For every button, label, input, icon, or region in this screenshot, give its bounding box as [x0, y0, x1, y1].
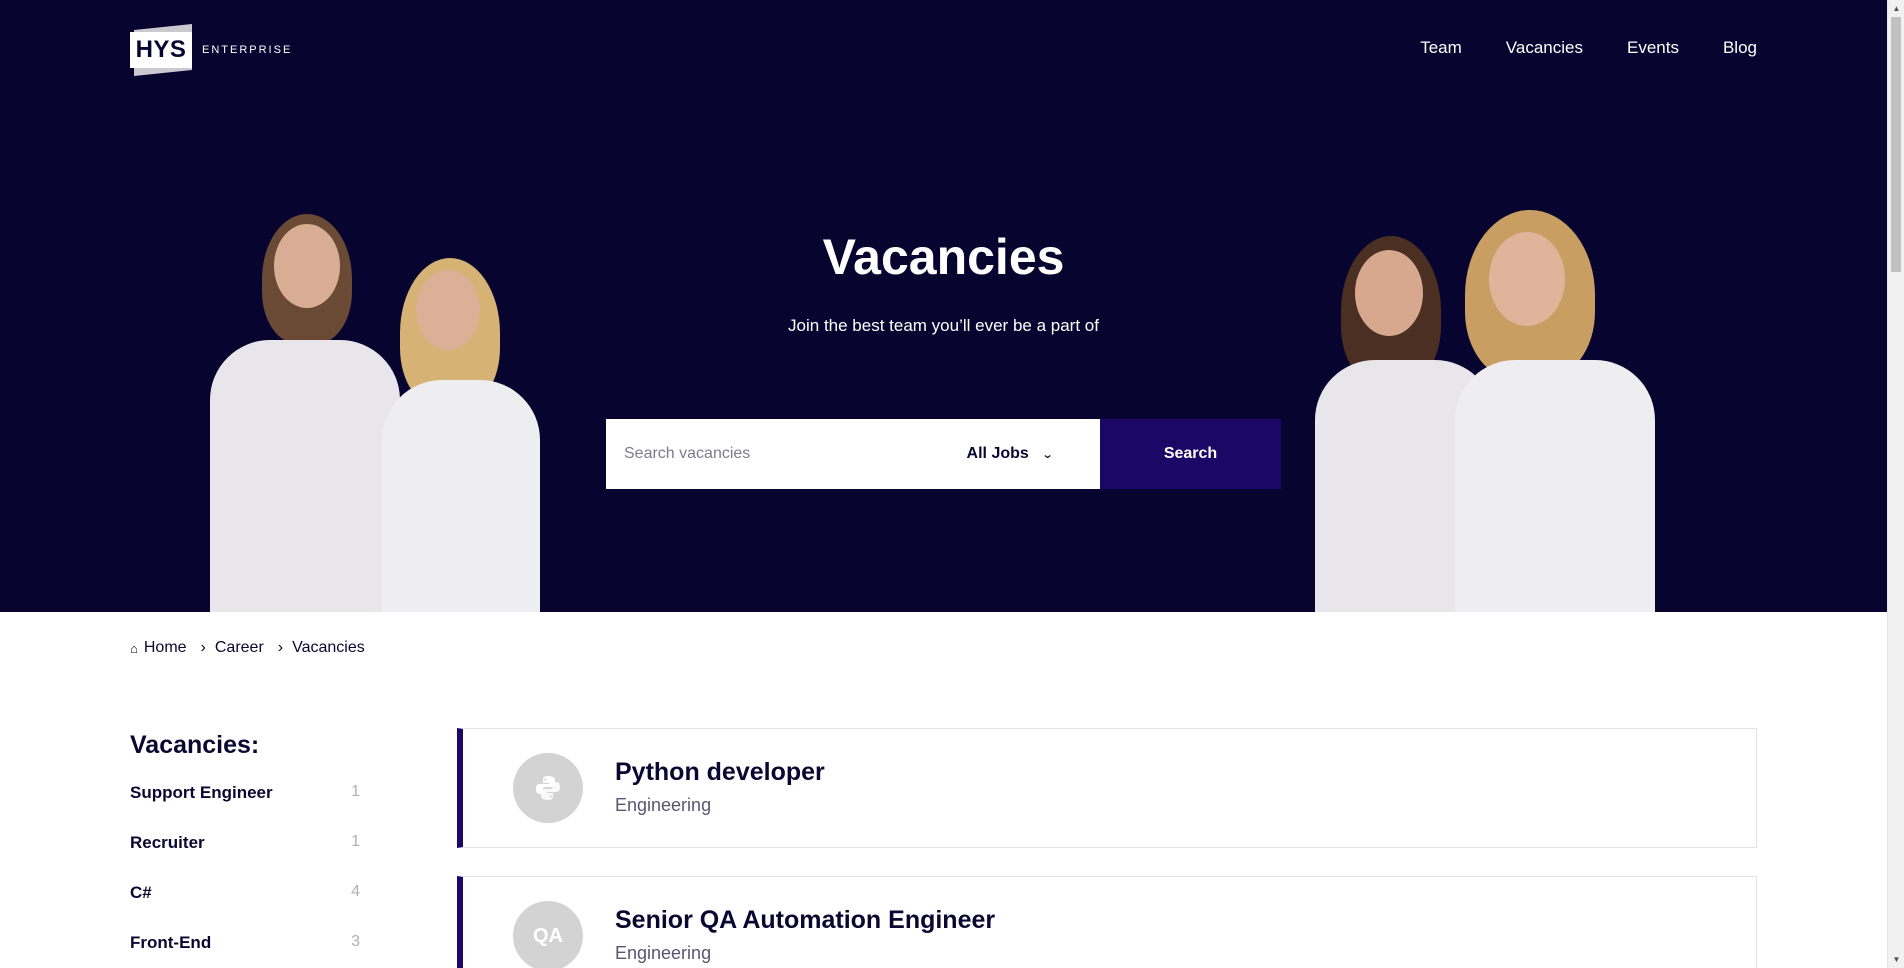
page-scrollbar[interactable]: ▲ ▼	[1887, 0, 1904, 968]
scroll-down-icon[interactable]: ▼	[1888, 951, 1904, 968]
logo-text: HYS	[130, 32, 192, 68]
breadcrumb-current: Vacancies	[292, 639, 365, 656]
sidebar-item-count: 1	[351, 833, 360, 850]
jobs-dropdown-value: All Jobs	[966, 445, 1029, 462]
nav-events[interactable]: Events	[1627, 38, 1679, 58]
vacancy-title[interactable]: Python developer	[615, 758, 825, 787]
qa-icon: QA	[513, 901, 583, 968]
sidebar-item-label: Recruiter	[130, 833, 205, 852]
page-title: Vacancies	[822, 229, 1065, 285]
sidebar-item-count: 3	[351, 933, 360, 950]
nav-blog[interactable]: Blog	[1723, 38, 1757, 58]
logo-subtext: ENTERPRISE	[202, 44, 293, 56]
breadcrumb-home[interactable]: Home	[144, 639, 187, 657]
sidebar-title: Vacancies:	[130, 731, 260, 759]
sidebar-item-csharp[interactable]: C# 4	[130, 883, 360, 933]
logo-mark: HYS	[130, 23, 192, 77]
python-icon	[513, 753, 583, 823]
home-icon: ⌂	[130, 640, 138, 656]
search-input[interactable]	[624, 445, 967, 463]
search-field: All Jobs ⌄	[606, 419, 1100, 489]
nav-team[interactable]: Team	[1420, 38, 1462, 58]
sidebar-item-front-end[interactable]: Front-End 3	[130, 933, 360, 968]
main-nav: Team Vacancies Events Blog	[1420, 38, 1757, 58]
vacancy-department: Engineering	[615, 795, 712, 815]
sidebar-item-count: 1	[351, 783, 360, 800]
vacancy-card-python[interactable]: Python developer Engineering	[457, 728, 1757, 848]
sidebar-item-count: 4	[351, 883, 360, 900]
logo[interactable]: HYS ENTERPRISE	[130, 23, 293, 77]
hero-subtitle: Join the best team you’ll ever be a part…	[788, 316, 1099, 335]
jobs-dropdown[interactable]: All Jobs ⌄	[967, 445, 1082, 463]
breadcrumb: ⌂ Home › Career › Vacancies	[130, 639, 365, 657]
sidebar-item-support-engineer[interactable]: Support Engineer 1	[130, 783, 360, 833]
nav-vacancies[interactable]: Vacancies	[1506, 38, 1583, 58]
search-bar: All Jobs ⌄ Search	[606, 419, 1281, 489]
chevron-right-icon: ›	[200, 639, 206, 656]
breadcrumb-career[interactable]: Career	[215, 639, 264, 657]
vacancy-card-qa[interactable]: QA Senior QA Automation Engineer Enginee…	[457, 876, 1757, 968]
hero-section: HYS ENTERPRISE Team Vacancies Events Blo…	[0, 0, 1887, 612]
vacancy-category-list: Support Engineer 1 Recruiter 1 C# 4 Fron…	[130, 783, 360, 968]
vacancy-title[interactable]: Senior QA Automation Engineer	[615, 906, 995, 935]
sidebar-item-label: Front-End	[130, 933, 212, 952]
scroll-up-icon[interactable]: ▲	[1888, 0, 1904, 17]
vacancy-department: Engineering	[615, 943, 712, 963]
search-button[interactable]: Search	[1100, 419, 1281, 489]
scrollbar-thumb[interactable]	[1891, 17, 1901, 272]
chevron-down-icon: ⌄	[1041, 448, 1054, 461]
sidebar-item-label: Support Engineer	[130, 783, 273, 802]
chevron-right-icon: ›	[277, 639, 284, 656]
sidebar-item-label: C#	[130, 883, 152, 902]
sidebar-item-recruiter[interactable]: Recruiter 1	[130, 833, 360, 883]
